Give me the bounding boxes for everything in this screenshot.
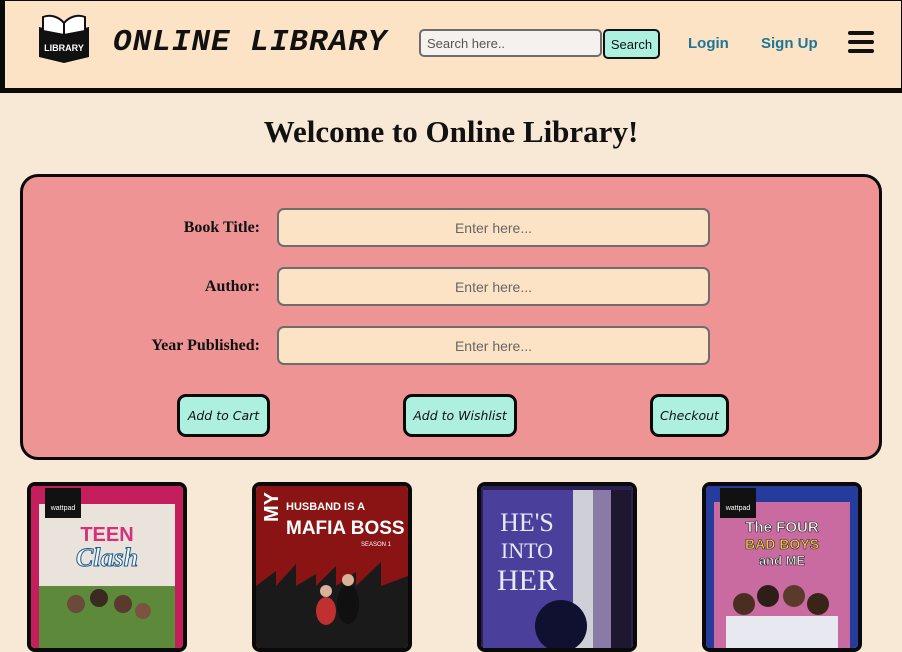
book-cover-teen-clash: wattpad TEEN Clash [31, 486, 183, 648]
page-title: Welcome to Online Library! [263, 114, 639, 149]
book-title-input[interactable] [277, 208, 710, 247]
year-published-label: Year Published: [151, 337, 260, 354]
book-cover-hes-into-her: HE'S INTO HER [481, 486, 633, 648]
search-input[interactable] [419, 29, 602, 57]
svg-text:HE'S: HE'S [500, 508, 554, 537]
svg-text:HER: HER [497, 564, 557, 597]
book-card-mafia-boss[interactable]: MY HUSBAND IS A MAFIA BOSS SEASON 1 [252, 482, 412, 652]
checkout-button[interactable]: Checkout [650, 394, 729, 437]
book-cover-four-bad-boys: wattpad The FOUR BAD BOYS and ME [706, 486, 858, 648]
header-bar: LIBRARY ONLINE LIBRARY Search Login Sign… [5, 1, 901, 88]
svg-text:MY: MY [261, 491, 283, 522]
book-form-panel: Book Title: Author: Year Published: Add … [20, 174, 882, 460]
svg-text:INTO: INTO [501, 538, 553, 563]
book-card-teen-clash[interactable]: wattpad TEEN Clash [27, 482, 187, 652]
svg-text:MAFIA BOSS: MAFIA BOSS [286, 518, 405, 539]
svg-text:BAD BOYS: BAD BOYS [745, 536, 819, 552]
search-button[interactable]: Search [603, 29, 660, 59]
signup-link[interactable]: Sign Up [761, 35, 818, 52]
svg-text:wattpad: wattpad [725, 505, 751, 512]
author-input[interactable] [277, 267, 710, 306]
svg-text:SEASON 1: SEASON 1 [361, 542, 392, 548]
book-card-hes-into-her[interactable]: HE'S INTO HER [477, 482, 637, 652]
book-card-four-bad-boys[interactable]: wattpad The FOUR BAD BOYS and ME [702, 482, 862, 652]
year-published-input[interactable] [277, 326, 710, 365]
book-cover-mafia-boss: MY HUSBAND IS A MAFIA BOSS SEASON 1 [256, 486, 408, 648]
menu-icon[interactable] [848, 31, 874, 53]
brand-title: ONLINE LIBRARY [113, 25, 388, 60]
svg-text:The FOUR: The FOUR [745, 519, 818, 536]
svg-text:and ME: and ME [759, 553, 806, 568]
add-to-cart-button[interactable]: Add to Cart [177, 394, 270, 437]
add-to-wishlist-button[interactable]: Add to Wishlist [403, 394, 517, 437]
svg-text:wattpad: wattpad [50, 505, 76, 512]
svg-text:Clash: Clash [76, 543, 138, 572]
library-logo: LIBRARY [39, 14, 89, 63]
book-title-label: Book Title: [183, 219, 260, 236]
top-header: LIBRARY ONLINE LIBRARY Search Login Sign… [0, 0, 902, 93]
author-label: Author: [204, 278, 260, 295]
svg-text:HUSBAND IS A: HUSBAND IS A [286, 501, 365, 513]
svg-text:LIBRARY: LIBRARY [44, 43, 84, 53]
login-link[interactable]: Login [688, 35, 729, 52]
